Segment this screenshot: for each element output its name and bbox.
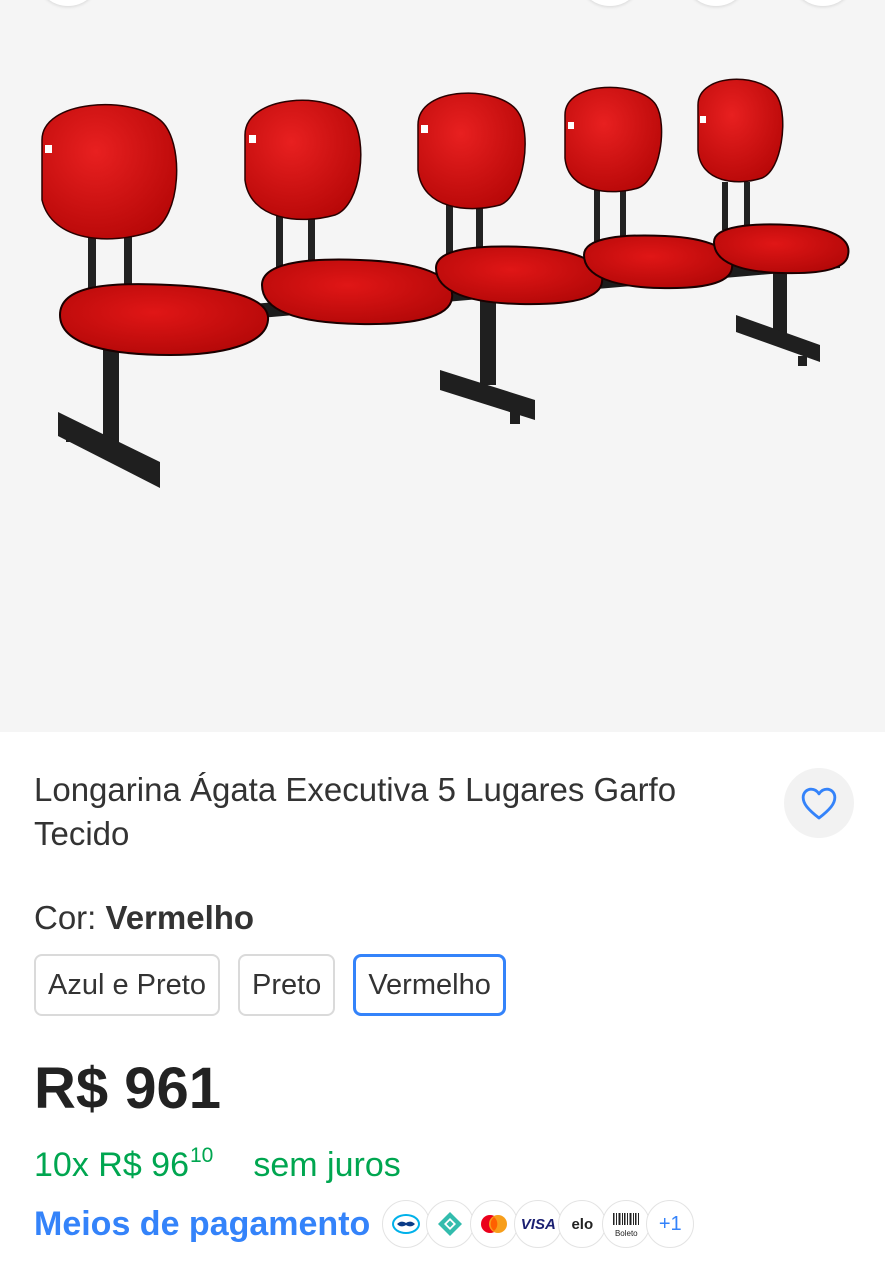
payment-icons[interactable]: VISA elo Boleto +1: [382, 1200, 695, 1248]
product-photo: [41, 78, 850, 488]
mastercard-icon: [470, 1200, 519, 1248]
color-label: Cor: Vermelho: [34, 896, 254, 940]
color-option-preto[interactable]: Preto: [237, 954, 336, 1016]
visa-label: VISA: [520, 1215, 556, 1233]
title-row: Longarina Ágata Executiva 5 Lugares Garf…: [34, 768, 854, 868]
installments-note: sem juros: [253, 1146, 401, 1184]
more-payment-methods[interactable]: +1: [646, 1200, 695, 1248]
more-payment-count: +1: [658, 1212, 682, 1235]
mercado-pago-icon: [382, 1200, 431, 1248]
installments-amount: 10x R$ 96: [34, 1146, 189, 1184]
elo-icon: elo: [558, 1200, 607, 1248]
color-selected-value: Vermelho: [105, 899, 255, 936]
boleto-icon: Boleto: [602, 1200, 651, 1248]
heart-icon: [801, 787, 837, 820]
product-price: R$ 961: [34, 1056, 222, 1121]
favorite-button[interactable]: [784, 768, 854, 838]
elo-label: elo: [571, 1215, 594, 1233]
color-option-vermelho[interactable]: Vermelho: [353, 954, 506, 1016]
visa-icon: VISA: [514, 1200, 563, 1248]
payment-methods-link[interactable]: Meios de pagamento: [34, 1201, 370, 1247]
pix-icon: [426, 1200, 475, 1248]
installments-cents: 10: [190, 1144, 214, 1167]
product-image-area[interactable]: [0, 0, 885, 732]
payment-row: Meios de pagamento VISA elo Boleto +1: [34, 1198, 695, 1250]
color-option-azul-e-preto[interactable]: Azul e Preto: [34, 954, 220, 1016]
product-title: Longarina Ágata Executiva 5 Lugares Garf…: [34, 771, 677, 852]
installments-info: 10x R$ 9610 sem juros: [34, 1133, 401, 1188]
color-options: Azul e Preto Preto Vermelho: [34, 954, 506, 1016]
boleto-label: Boleto: [614, 1229, 638, 1238]
color-label-prefix: Cor:: [34, 899, 97, 936]
